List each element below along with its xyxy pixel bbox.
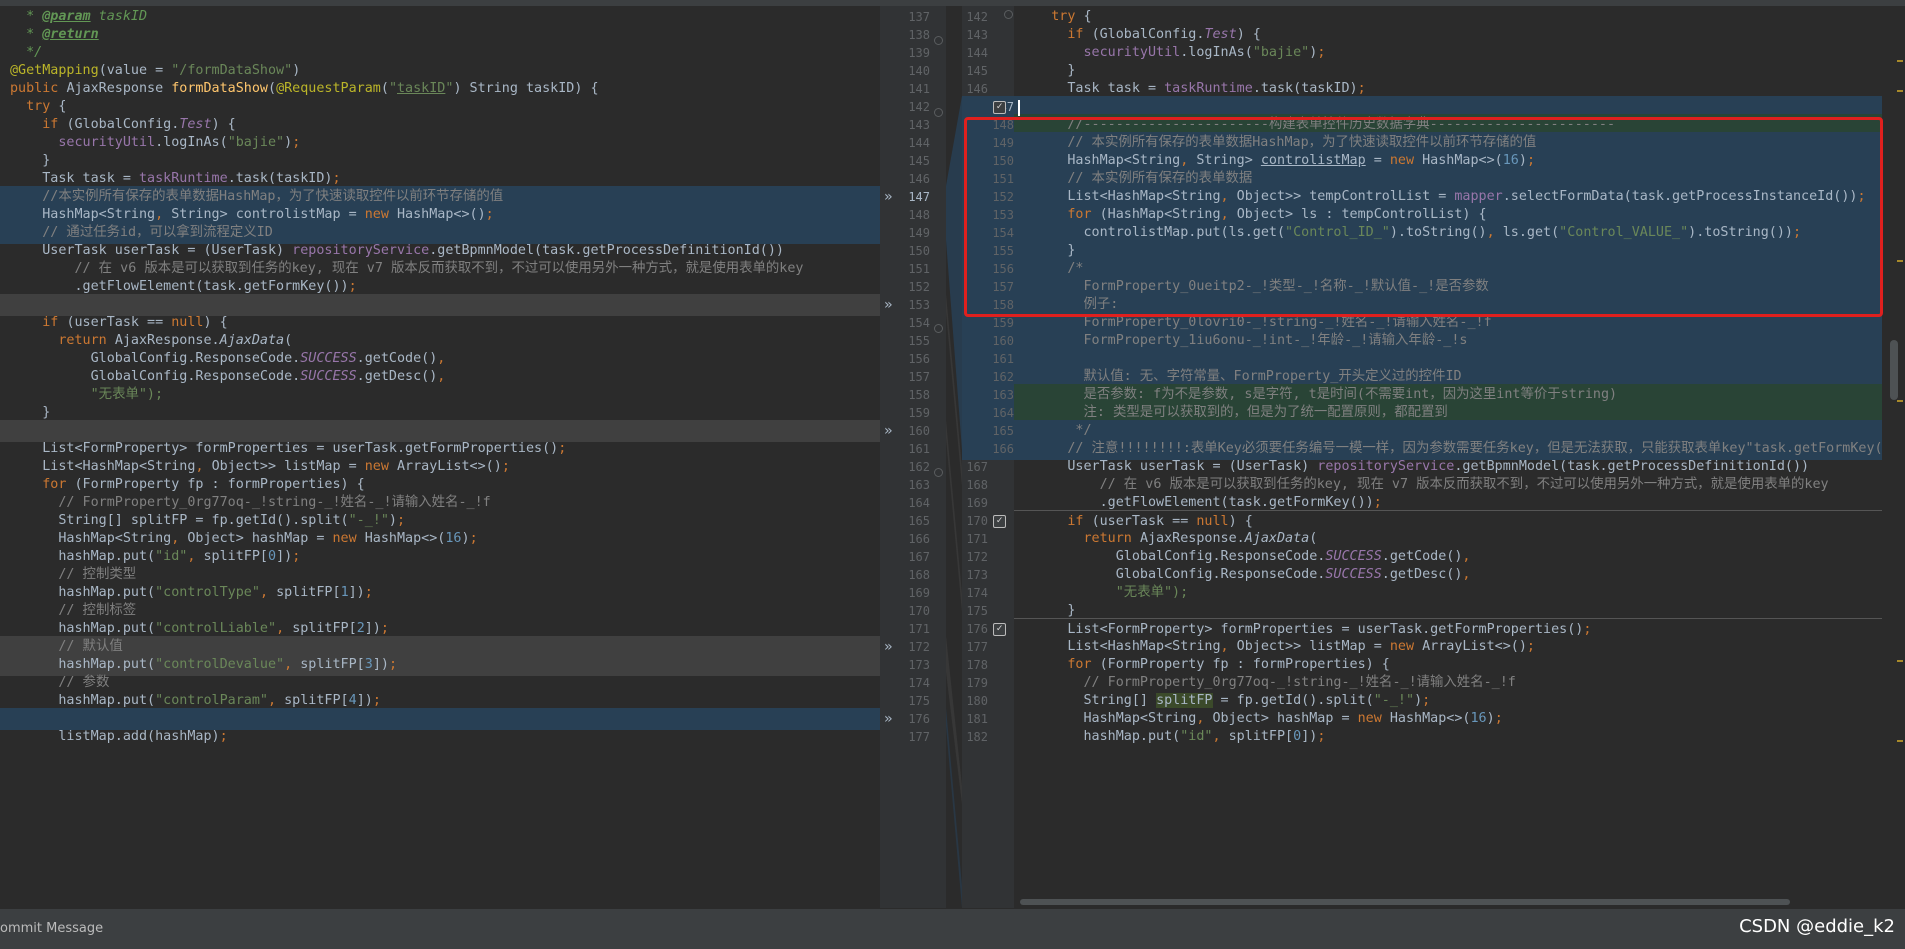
accept-change-arrow-icon[interactable]: »	[884, 636, 892, 658]
fold-marker-icon[interactable]	[934, 108, 943, 117]
code-line: hashMap.put("id", splitFP[0]);	[1019, 729, 1326, 744]
left-line-gutter: 137 138 139 140 141 142 143 144 145 146 …	[880, 6, 946, 908]
right-editor-pane[interactable]: try { if (GlobalConfig.Test) { securityU…	[1014, 6, 1882, 908]
vertical-scrollbar[interactable]	[1890, 340, 1898, 400]
fold-marker-icon[interactable]	[934, 468, 943, 477]
apply-change-checkbox[interactable]: ✓	[993, 515, 1006, 528]
stripe-mark	[1897, 90, 1903, 92]
stripe-mark	[1897, 660, 1903, 662]
commit-message-tab[interactable]: ommit Message	[0, 921, 103, 936]
code-line: listMap.add(hashMap);	[10, 729, 228, 744]
error-stripe[interactable]	[1882, 6, 1905, 908]
apply-change-checkbox[interactable]: ✓	[993, 623, 1006, 636]
stripe-mark	[1897, 60, 1903, 62]
line-number: 182	[966, 730, 988, 744]
status-bar: ommit Message CSDN @eddie_k2	[0, 908, 1905, 949]
right-line-gutter: 142 143 144 145 146 147 148 149 150 151 …	[962, 6, 1014, 908]
apply-change-checkbox[interactable]: ✓	[993, 101, 1006, 114]
fold-marker-icon[interactable]	[934, 36, 943, 45]
stripe-mark	[1897, 260, 1903, 262]
accept-change-arrow-icon[interactable]: »	[884, 294, 892, 316]
left-editor-pane[interactable]: * @param taskID * @return */ @GetMapping…	[0, 6, 880, 908]
accept-change-arrow-icon[interactable]: »	[884, 420, 892, 442]
text-caret	[1018, 100, 1020, 116]
stripe-mark	[1897, 400, 1903, 402]
stripe-mark	[1897, 740, 1903, 742]
diff-connector	[946, 6, 962, 908]
diff-connector-shapes	[946, 96, 962, 908]
watermark: CSDN @eddie_k2	[1739, 916, 1895, 937]
fold-marker-icon[interactable]	[1004, 10, 1013, 19]
horizontal-scrollbar[interactable]	[1020, 899, 1790, 905]
accept-change-arrow-icon[interactable]: »	[884, 708, 892, 730]
accept-change-arrow-icon[interactable]: »	[884, 186, 892, 208]
fold-marker-icon[interactable]	[934, 324, 943, 333]
